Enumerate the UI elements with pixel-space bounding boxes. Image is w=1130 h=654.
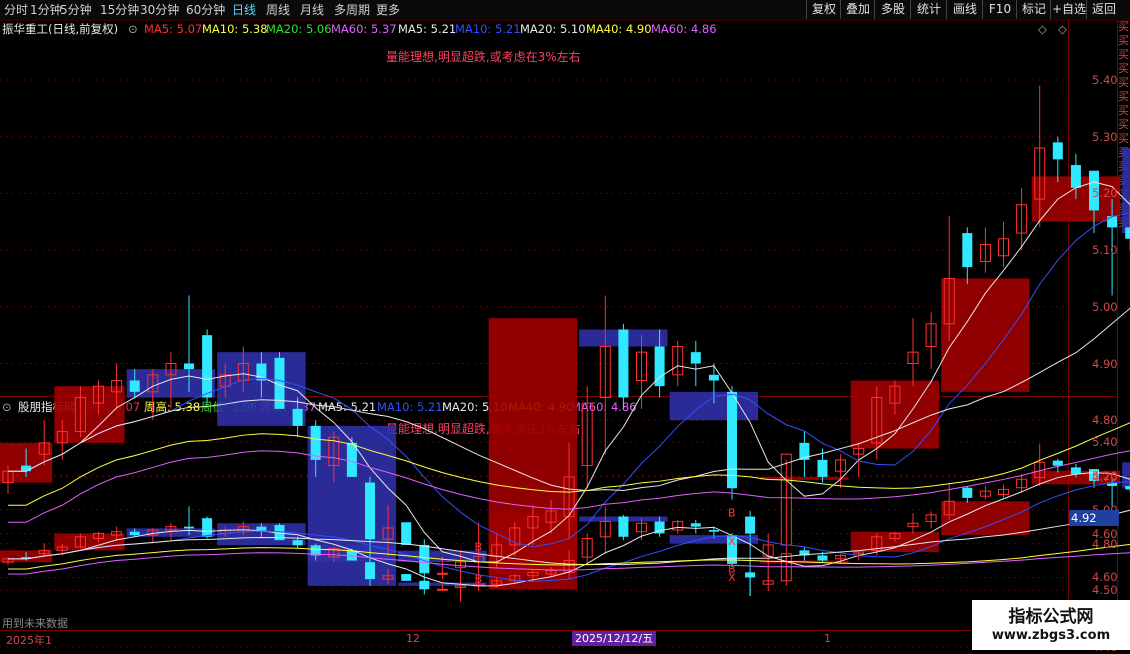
candle-sub-38 [690,523,701,527]
candle-main-39 [708,374,719,381]
watermark: 指标公式网 www.zbgs3.com [972,600,1130,650]
candle-main-34 [618,329,629,398]
marker-main-2: B [728,507,736,520]
candle-main-17 [310,425,321,460]
candle-main-7 [129,380,140,392]
candle-sub-45 [817,555,828,561]
candle-sub-62 [1125,486,1130,490]
weekly-box-sub-13 [1122,462,1130,488]
candle-main-62 [1125,227,1130,239]
price-tag: 4.92 [1069,510,1119,526]
candle-main-59 [1070,165,1081,188]
candle-main-40 [727,391,737,489]
candle-main-61 [1107,216,1118,228]
candle-main-41 [745,516,756,534]
candle-sub-24 [436,588,448,591]
candle-sub-10 [184,526,194,529]
weekly-box-main-13 [1122,148,1130,234]
marker-sub-0: B [475,573,483,586]
y-tick-main-1: 5.30 [1092,129,1118,144]
marker-sub-2: B [728,562,736,575]
candle-main-58 [1052,142,1063,160]
candle-main-16 [292,408,303,426]
candle-main-10 [184,363,194,370]
y-tick-sub-3: 4.80 [1092,536,1118,551]
watermark-url: www.zbgs3.com [991,628,1111,643]
date-label-end: 1 [824,632,831,645]
y-tick-main-0: 5.40 [1092,73,1118,87]
y-tick-sub-4: 4.60 [1092,570,1118,585]
watermark-title: 指标公式网 [1008,607,1094,627]
candle-main-1 [21,465,32,472]
y-tick-main-9: 4.50 [1092,583,1118,598]
candle-sub-34 [618,516,629,537]
candle-sub-20 [365,562,375,580]
candle-sub-16 [292,540,303,546]
y-tick-sub-1: 5.20 [1092,468,1118,483]
cursor-date: 2025/12/12/五 [572,631,657,646]
candle-sub-22 [401,574,412,581]
candle-main-24 [436,572,448,575]
candle-main-38 [690,352,701,364]
candle-main-11 [202,335,213,398]
y-tick-main-5: 4.90 [1092,356,1118,371]
candle-sub-23 [419,580,430,590]
candle-main-45 [817,459,828,477]
candle-sub-41 [745,572,756,578]
date-label-start: 2025年1 [6,634,52,647]
candle-main-19 [346,442,357,477]
candle-main-53 [962,233,973,268]
marker-main-0: B [475,541,483,554]
candle-sub-39 [708,530,719,532]
candle-sub-58 [1052,460,1063,466]
date-label-mid: 12 [406,632,420,645]
y-tick-main-4: 5.00 [1092,299,1118,314]
candle-sub-7 [129,531,140,536]
candle-sub-11 [202,518,213,537]
candle-sub-59 [1070,467,1081,475]
y-tick-main-2: 5.20 [1092,186,1118,201]
y-tick-main-6: 4.80 [1092,413,1118,428]
y-tick-main-3: 5.10 [1092,243,1118,258]
candlestick-chart[interactable]: BBXXBB [0,0,1130,650]
candle-main-20 [365,482,375,540]
candle-sub-53 [962,487,973,498]
candle-main-22 [401,522,412,545]
future-data-note: 用到未来数据 [2,617,68,630]
marker-main-1: X [728,535,736,548]
y-tick-sub-0: 5.40 [1092,435,1118,449]
